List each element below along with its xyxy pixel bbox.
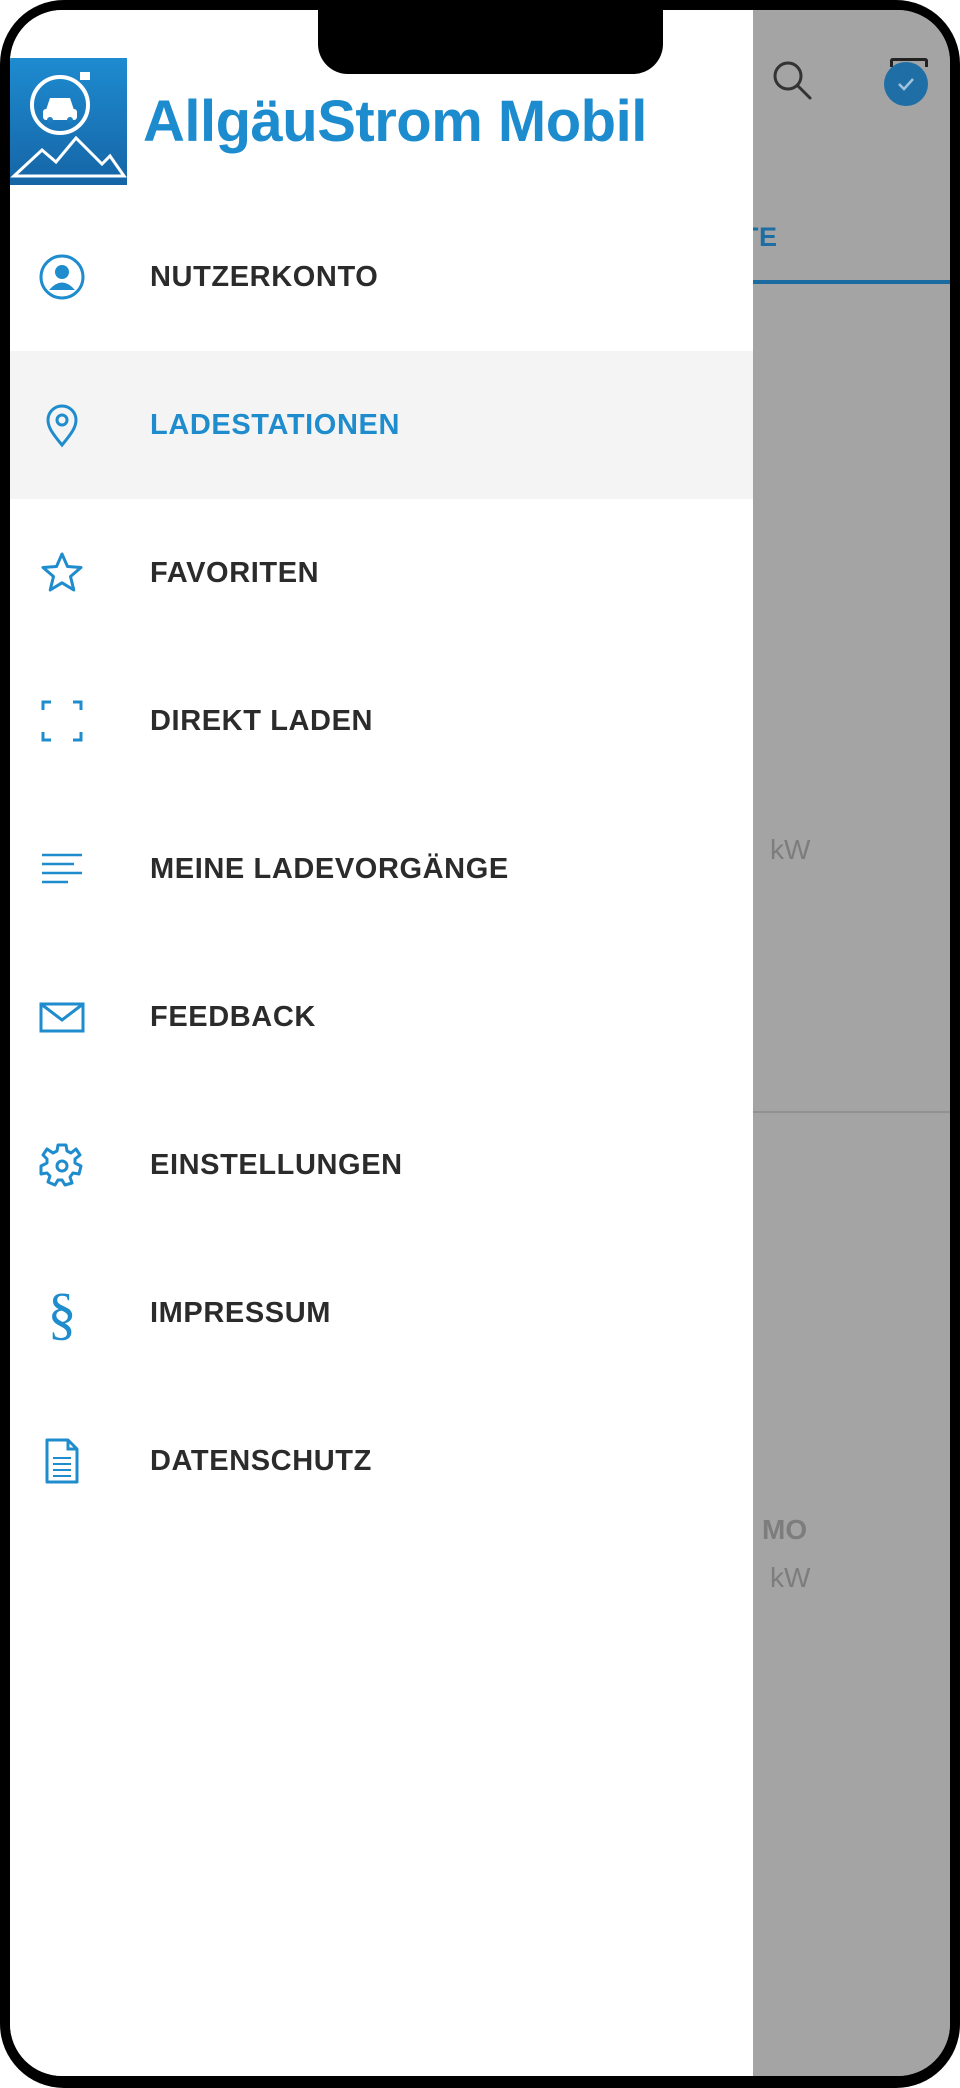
menu-item-label: DIREKT LADEN: [150, 704, 374, 737]
screen: TE kW MO kW AllgäuStrom Mobil NUTZERKONT…: [10, 10, 950, 2076]
location-pin-icon: [38, 401, 86, 449]
document-icon: [38, 1437, 86, 1485]
menu-item-label: NUTZERKONTO: [150, 260, 379, 293]
device-notch: [318, 10, 663, 74]
device-frame: TE kW MO kW AllgäuStrom Mobil NUTZERKONT…: [0, 0, 960, 2088]
app-logo: [10, 58, 127, 185]
star-icon: [38, 549, 86, 597]
menu-item-label: FEEDBACK: [150, 1000, 316, 1033]
background-tab-indicator: [750, 280, 950, 284]
mail-icon: [38, 993, 86, 1041]
drawer-menu: NUTZERKONTO LADESTATIONEN FAVORITEN DIRE…: [10, 203, 753, 1535]
navigation-drawer: AllgäuStrom Mobil NUTZERKONTO LADESTATIO…: [10, 10, 753, 2076]
background-divider: [750, 1111, 950, 1113]
menu-item-feedback[interactable]: FEEDBACK: [10, 943, 753, 1091]
check-badge-icon[interactable]: [884, 62, 928, 106]
menu-item-direkt-laden[interactable]: DIREKT LADEN: [10, 647, 753, 795]
section-sign-icon: §: [38, 1283, 86, 1343]
app-title: AllgäuStrom Mobil: [143, 89, 647, 154]
menu-item-ladestationen[interactable]: LADESTATIONEN: [10, 351, 753, 499]
menu-item-meine-ladevorgaenge[interactable]: MEINE LADEVORGÄNGE: [10, 795, 753, 943]
menu-item-datenschutz[interactable]: DATENSCHUTZ: [10, 1387, 753, 1535]
menu-item-nutzerkonto[interactable]: NUTZERKONTO: [10, 203, 753, 351]
search-icon[interactable]: [768, 56, 816, 104]
menu-item-favoriten[interactable]: FAVORITEN: [10, 499, 753, 647]
menu-item-einstellungen[interactable]: EINSTELLUNGEN: [10, 1091, 753, 1239]
menu-item-label: FAVORITEN: [150, 556, 320, 589]
menu-item-label: EINSTELLUNGEN: [150, 1148, 403, 1181]
menu-item-label: MEINE LADEVORGÄNGE: [150, 852, 509, 885]
menu-item-impressum[interactable]: § IMPRESSUM: [10, 1239, 753, 1387]
menu-item-label: LADESTATIONEN: [150, 408, 400, 441]
scan-frame-icon: [38, 697, 86, 745]
list-icon: [38, 845, 86, 893]
background-station-name: MO: [762, 1514, 808, 1545]
background-power-unit: kW: [770, 1562, 811, 1593]
background-power-unit: kW: [770, 834, 811, 865]
menu-item-label: IMPRESSUM: [150, 1296, 332, 1329]
user-icon: [38, 253, 86, 301]
gear-icon: [38, 1141, 86, 1189]
menu-item-label: DATENSCHUTZ: [150, 1444, 372, 1477]
svg-text:§: §: [48, 1283, 77, 1343]
